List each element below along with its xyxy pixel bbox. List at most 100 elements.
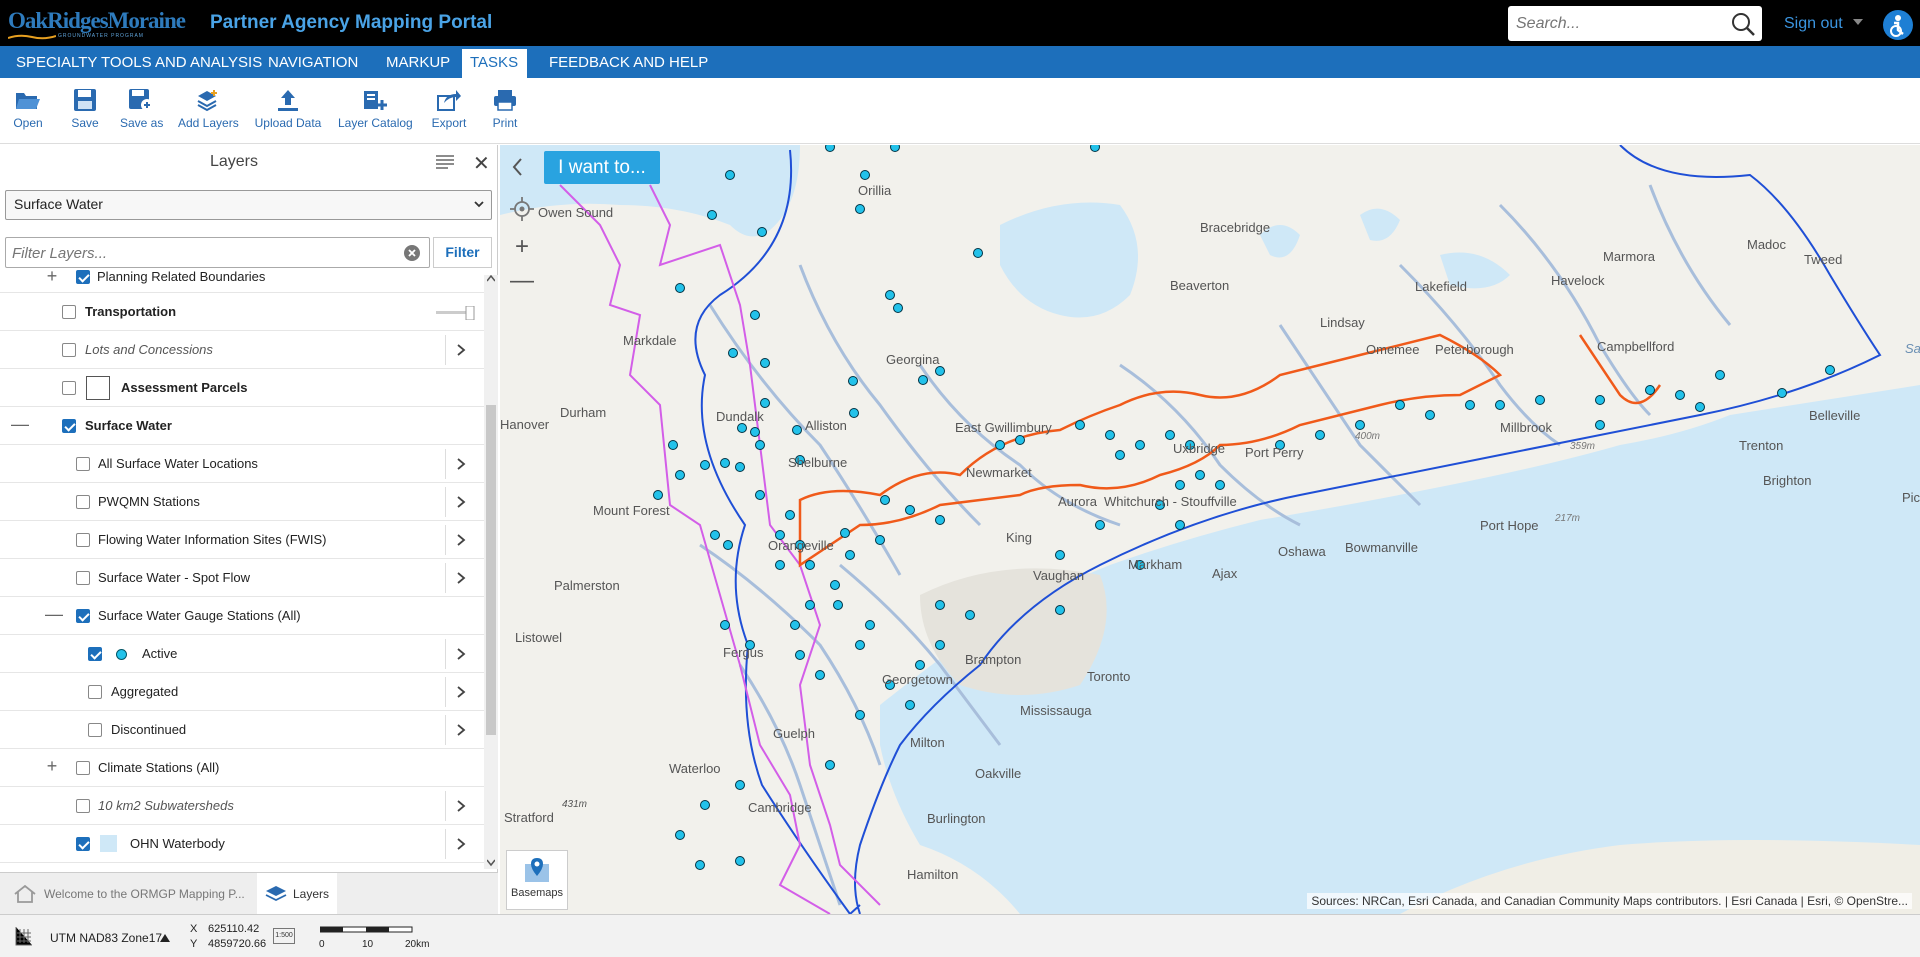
layer-row-aggregated[interactable]: Aggregated <box>0 673 484 711</box>
layer-checkbox[interactable] <box>76 837 90 851</box>
map-label: Picton <box>1902 490 1920 505</box>
layer-checkbox[interactable] <box>76 571 90 585</box>
save-label: Save <box>71 116 99 130</box>
chevron-right-icon[interactable] <box>456 685 466 699</box>
export-button[interactable]: Export <box>430 88 468 130</box>
tab-markup[interactable]: MARKUP <box>378 46 458 78</box>
tab-specialty-tools[interactable]: SPECIALTY TOOLS AND ANALYSIS <box>8 46 270 78</box>
projection-grid-icon[interactable] <box>14 925 34 947</box>
print-button[interactable]: Print <box>490 88 520 130</box>
expand-icon[interactable]: + <box>45 269 59 285</box>
layer-checkbox[interactable] <box>62 419 76 433</box>
chevron-right-icon[interactable] <box>456 533 466 547</box>
chevron-down-icon[interactable] <box>1852 17 1864 27</box>
layer-checkbox[interactable] <box>88 723 102 737</box>
accessibility-icon[interactable] <box>1883 10 1913 40</box>
map-label: Uxbridge <box>1173 441 1226 456</box>
layer-row-planning-boundaries[interactable]: + Planning Related Boundaries <box>0 269 484 293</box>
row-divider <box>445 791 446 821</box>
layer-row-assessment-parcels[interactable]: Assessment Parcels <box>0 369 484 407</box>
chevron-right-icon[interactable] <box>456 571 466 585</box>
collapse-panel-icon[interactable] <box>508 155 528 179</box>
sign-out-link[interactable]: Sign out <box>1784 15 1843 33</box>
layer-checkbox[interactable] <box>88 647 102 661</box>
layer-checkbox[interactable] <box>76 609 90 623</box>
scale-label-0: 0 <box>319 939 325 950</box>
layer-row-climate-stations[interactable]: + Climate Stations (All) <box>0 749 484 787</box>
filter-layers-input[interactable] <box>12 243 392 263</box>
search-icon[interactable] <box>1730 12 1756 36</box>
layer-row-ohn-waterbody[interactable]: OHN Waterbody <box>0 825 484 863</box>
layer-catalog-label: Layer Catalog <box>338 116 413 130</box>
layer-row-surface-water[interactable]: — Surface Water <box>0 407 484 445</box>
collapse-icon[interactable]: — <box>11 415 29 433</box>
scroll-up-icon[interactable] <box>487 275 495 283</box>
ormgp-logo[interactable]: OakRidgesMoraine GROUNDWATER PROGRAM <box>8 8 186 40</box>
scroll-thumb[interactable] <box>486 405 496 735</box>
search-input[interactable] <box>1516 12 1716 35</box>
zoom-out-button[interactable]: — <box>510 269 534 293</box>
layer-row-lots-concessions[interactable]: Lots and Concessions <box>0 331 484 369</box>
tab-welcome-label: Welcome to the ORMGP Mapping P... <box>44 887 245 901</box>
chevron-right-icon[interactable] <box>456 837 466 851</box>
layer-row-gauge-stations[interactable]: — Surface Water Gauge Stations (All) <box>0 597 484 635</box>
chevron-right-icon[interactable] <box>456 723 466 737</box>
layer-row-active[interactable]: Active <box>0 635 484 673</box>
map-view[interactable]: Owen Sound Orillia Bracebridge Marmora M… <box>500 145 1920 914</box>
filter-button[interactable]: Filter <box>433 237 492 268</box>
theme-dropdown[interactable]: Surface Water <box>5 190 492 220</box>
layer-catalog-button[interactable]: Layer Catalog <box>338 88 413 130</box>
chevron-right-icon[interactable] <box>456 647 466 661</box>
layer-checkbox[interactable] <box>76 270 90 284</box>
tab-welcome[interactable]: Welcome to the ORMGP Mapping P... <box>0 873 256 915</box>
chevron-right-icon[interactable] <box>456 343 466 357</box>
layer-label: Surface Water <box>85 418 172 433</box>
layer-row-pwqmn[interactable]: PWQMN Stations <box>0 483 484 521</box>
upload-data-button[interactable]: Upload Data <box>254 88 322 130</box>
layer-checkbox[interactable] <box>76 761 90 775</box>
layer-checkbox[interactable] <box>76 533 90 547</box>
scroll-down-icon[interactable] <box>487 859 495 867</box>
projection-label[interactable]: UTM NAD83 Zone17 <box>50 931 162 945</box>
clear-filter-icon[interactable] <box>404 245 420 261</box>
map-label: Newmarket <box>966 465 1032 480</box>
add-layers-button[interactable]: Add Layers <box>178 88 239 130</box>
layer-checkbox[interactable] <box>88 685 102 699</box>
layer-checkbox[interactable] <box>62 381 76 395</box>
layer-row-discontinued[interactable]: Discontinued <box>0 711 484 749</box>
chevron-right-icon[interactable] <box>456 495 466 509</box>
close-icon[interactable]: ✕ <box>473 151 490 176</box>
tab-layers[interactable]: Layers <box>257 873 337 915</box>
triangle-up-icon[interactable] <box>160 934 170 942</box>
collapse-icon[interactable]: — <box>45 605 63 623</box>
layer-row-subwatersheds[interactable]: 10 km2 Subwatersheds <box>0 787 484 825</box>
layer-checkbox[interactable] <box>76 457 90 471</box>
layer-checkbox[interactable] <box>76 495 90 509</box>
save-button[interactable]: Save <box>70 88 100 130</box>
open-button[interactable]: Open <box>12 88 44 130</box>
layer-checkbox[interactable] <box>62 343 76 357</box>
layer-row-transportation[interactable]: Transportation <box>0 293 484 331</box>
tab-navigation[interactable]: NAVIGATION <box>260 46 366 78</box>
chevron-right-icon[interactable] <box>456 457 466 471</box>
elevation-label: 400m <box>1355 431 1381 442</box>
basemaps-button[interactable]: Basemaps <box>506 850 568 910</box>
tab-feedback-help[interactable]: FEEDBACK AND HELP <box>541 46 716 78</box>
layer-checkbox[interactable] <box>62 305 76 319</box>
layer-row-fwis[interactable]: Flowing Water Information Sites (FWIS) <box>0 521 484 559</box>
layer-row-spot-flow[interactable]: Surface Water - Spot Flow <box>0 559 484 597</box>
layer-list-scrollbar[interactable] <box>484 275 498 869</box>
list-options-icon[interactable] <box>436 155 454 169</box>
add-layers-label: Add Layers <box>178 116 239 130</box>
chevron-right-icon[interactable] <box>456 799 466 813</box>
expand-icon[interactable]: + <box>45 757 59 775</box>
scale-badge[interactable]: 1:500 <box>273 928 295 944</box>
layer-checkbox[interactable] <box>76 799 90 813</box>
zoom-in-button[interactable]: + <box>510 235 534 259</box>
layer-row-all-sw-locations[interactable]: All Surface Water Locations <box>0 445 484 483</box>
i-want-to-button[interactable]: I want to... <box>544 151 660 184</box>
tab-tasks[interactable]: TASKS <box>462 46 527 78</box>
save-as-button[interactable]: Save as <box>120 88 163 130</box>
crosshair-icon[interactable] <box>510 197 534 221</box>
opacity-slider[interactable] <box>436 306 476 320</box>
